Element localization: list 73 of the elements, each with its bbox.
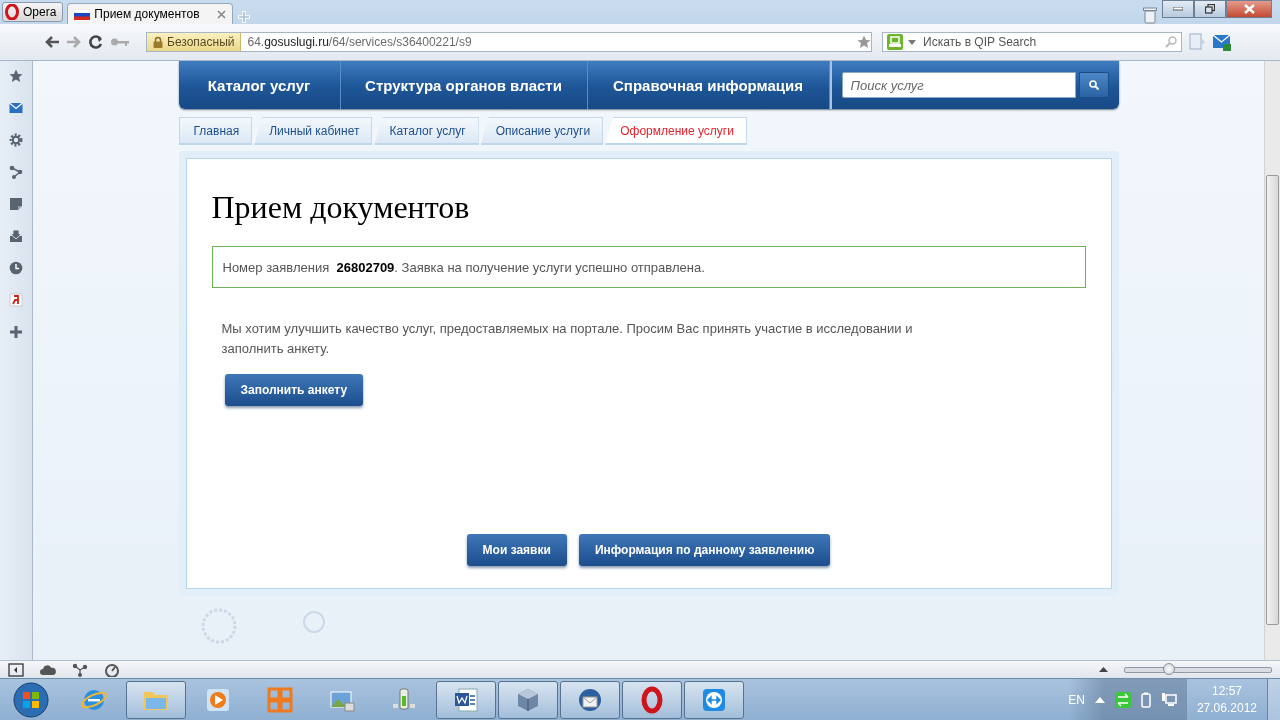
back-button[interactable]: [44, 35, 60, 49]
action-button[interactable]: Информация по данному заявлению: [578, 534, 831, 566]
restore-button[interactable]: [1194, 0, 1226, 18]
close-icon: [1243, 4, 1255, 14]
battery-icon[interactable]: [1140, 691, 1151, 708]
gauge-icon[interactable]: [104, 662, 120, 677]
taskbar-app-button[interactable]: [684, 680, 744, 719]
search-icon: [1088, 80, 1099, 90]
arrows-icon[interactable]: [1114, 691, 1131, 708]
url-text: 64.gosuslugi.ru/64/services/s36400221/s9: [246, 35, 473, 49]
close-window-button[interactable]: [1226, 0, 1272, 18]
nav-link[interactable]: Справочная информация: [587, 61, 830, 109]
caret-icon[interactable]: [908, 39, 916, 45]
star-icon[interactable]: [9, 69, 23, 83]
zoom-slider-thumb[interactable]: [1162, 662, 1175, 675]
breadcrumb-link[interactable]: Каталог услуг: [374, 117, 479, 145]
zoom-slider[interactable]: [1124, 666, 1272, 673]
taskbar-app-button[interactable]: [436, 680, 496, 719]
orb-icon: [13, 681, 49, 718]
security-badge[interactable]: Безопасный: [147, 33, 242, 51]
nav-link[interactable]: Каталог услуг: [178, 61, 341, 109]
taskbar-app-button[interactable]: [498, 680, 558, 719]
reload-icon: [88, 34, 104, 50]
service-search-field[interactable]: Поиск услуг: [841, 72, 1076, 98]
reload-button[interactable]: [88, 34, 104, 50]
browser-tab[interactable]: Прием документов: [67, 3, 234, 24]
plus-icon[interactable]: [9, 325, 23, 339]
caret-up-icon[interactable]: [1099, 667, 1108, 672]
close-icon[interactable]: [217, 9, 227, 19]
action-button[interactable]: Мои заявки: [466, 534, 567, 566]
breadcrumb-link[interactable]: Оформление услуги: [605, 117, 747, 145]
trash-icon[interactable]: [1142, 6, 1158, 24]
squares-icon: [266, 685, 294, 714]
page-heading: Прием документов: [211, 189, 471, 226]
cloud-icon[interactable]: [40, 662, 56, 677]
arrow-right-icon: [66, 35, 82, 49]
address-field[interactable]: Безопасный 64.gosuslugi.ru/64/services/s36400221/s9: [146, 32, 872, 52]
survey-button[interactable]: Заполнить анкету: [224, 374, 364, 406]
taskbar-app-button[interactable]: [126, 680, 186, 719]
share-icon[interactable]: [9, 165, 23, 179]
success-message: Номер заявления 26802709. Заявка на получение услуги успешно отправлена.: [211, 246, 1086, 288]
star-icon[interactable]: [857, 35, 871, 49]
survey-text: Мы хотим улучшить качество услуг, предоставляемых на портале. Просим Вас принять участие в исследовании и заполнить анкету.: [221, 320, 914, 358]
logo-icon: [887, 34, 903, 50]
gear-icon[interactable]: [9, 133, 23, 147]
scrollbar-thumb[interactable]: [1266, 175, 1279, 625]
note-icon[interactable]: [9, 197, 23, 211]
flag-icon: [74, 8, 91, 20]
document-icon: [452, 685, 480, 714]
search-field[interactable]: Искать в QIP Search: [882, 32, 1182, 52]
taskbar-app-button[interactable]: [560, 680, 620, 719]
clock-icon[interactable]: [9, 261, 23, 275]
search-icon: [1165, 36, 1177, 48]
envelope-icon[interactable]: [1212, 32, 1232, 52]
arrow-left-icon: [44, 35, 60, 49]
search-button[interactable]: [1078, 72, 1109, 98]
show-desktop-button[interactable]: [1267, 679, 1280, 720]
taskbar-app-button[interactable]: [622, 680, 682, 719]
breadcrumb-link[interactable]: Описание услуги: [480, 117, 604, 145]
breadcrumb-link[interactable]: Главная: [178, 117, 253, 145]
minimize-icon: [1173, 7, 1183, 11]
tab-title: Прием документов: [94, 7, 201, 21]
opera-menu-button[interactable]: Opera: [2, 2, 64, 22]
download-icon[interactable]: [9, 229, 23, 243]
padlock-icon: [153, 36, 163, 48]
network-icon[interactable]: [1160, 691, 1177, 708]
share-icon[interactable]: [72, 662, 88, 677]
panel-toggle-icon[interactable]: [8, 662, 24, 677]
restore-icon: [1205, 4, 1215, 14]
nav-link[interactable]: Структура органов власти: [340, 61, 588, 109]
envelope-icon[interactable]: [9, 101, 23, 115]
ring-icon: [5, 4, 19, 20]
breadcrumb-link[interactable]: Личный кабинет: [254, 117, 373, 145]
